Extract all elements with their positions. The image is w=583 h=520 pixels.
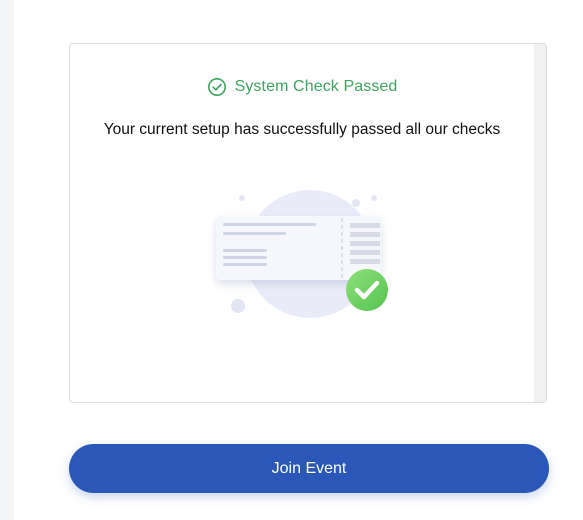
join-event-button[interactable]: Join Event xyxy=(69,444,549,493)
system-check-card: System Check Passed Your current setup h… xyxy=(69,43,547,403)
left-sidebar-edge xyxy=(0,0,14,520)
status-row: System Check Passed xyxy=(70,77,534,97)
system-check-page: System Check Passed Your current setup h… xyxy=(0,0,583,520)
ticket-check-illustration xyxy=(208,187,398,322)
card-scrollbar[interactable] xyxy=(534,44,546,402)
check-circle-icon xyxy=(207,77,227,97)
status-title: System Check Passed xyxy=(234,78,398,95)
status-message: Your current setup has successfully pass… xyxy=(103,121,501,138)
